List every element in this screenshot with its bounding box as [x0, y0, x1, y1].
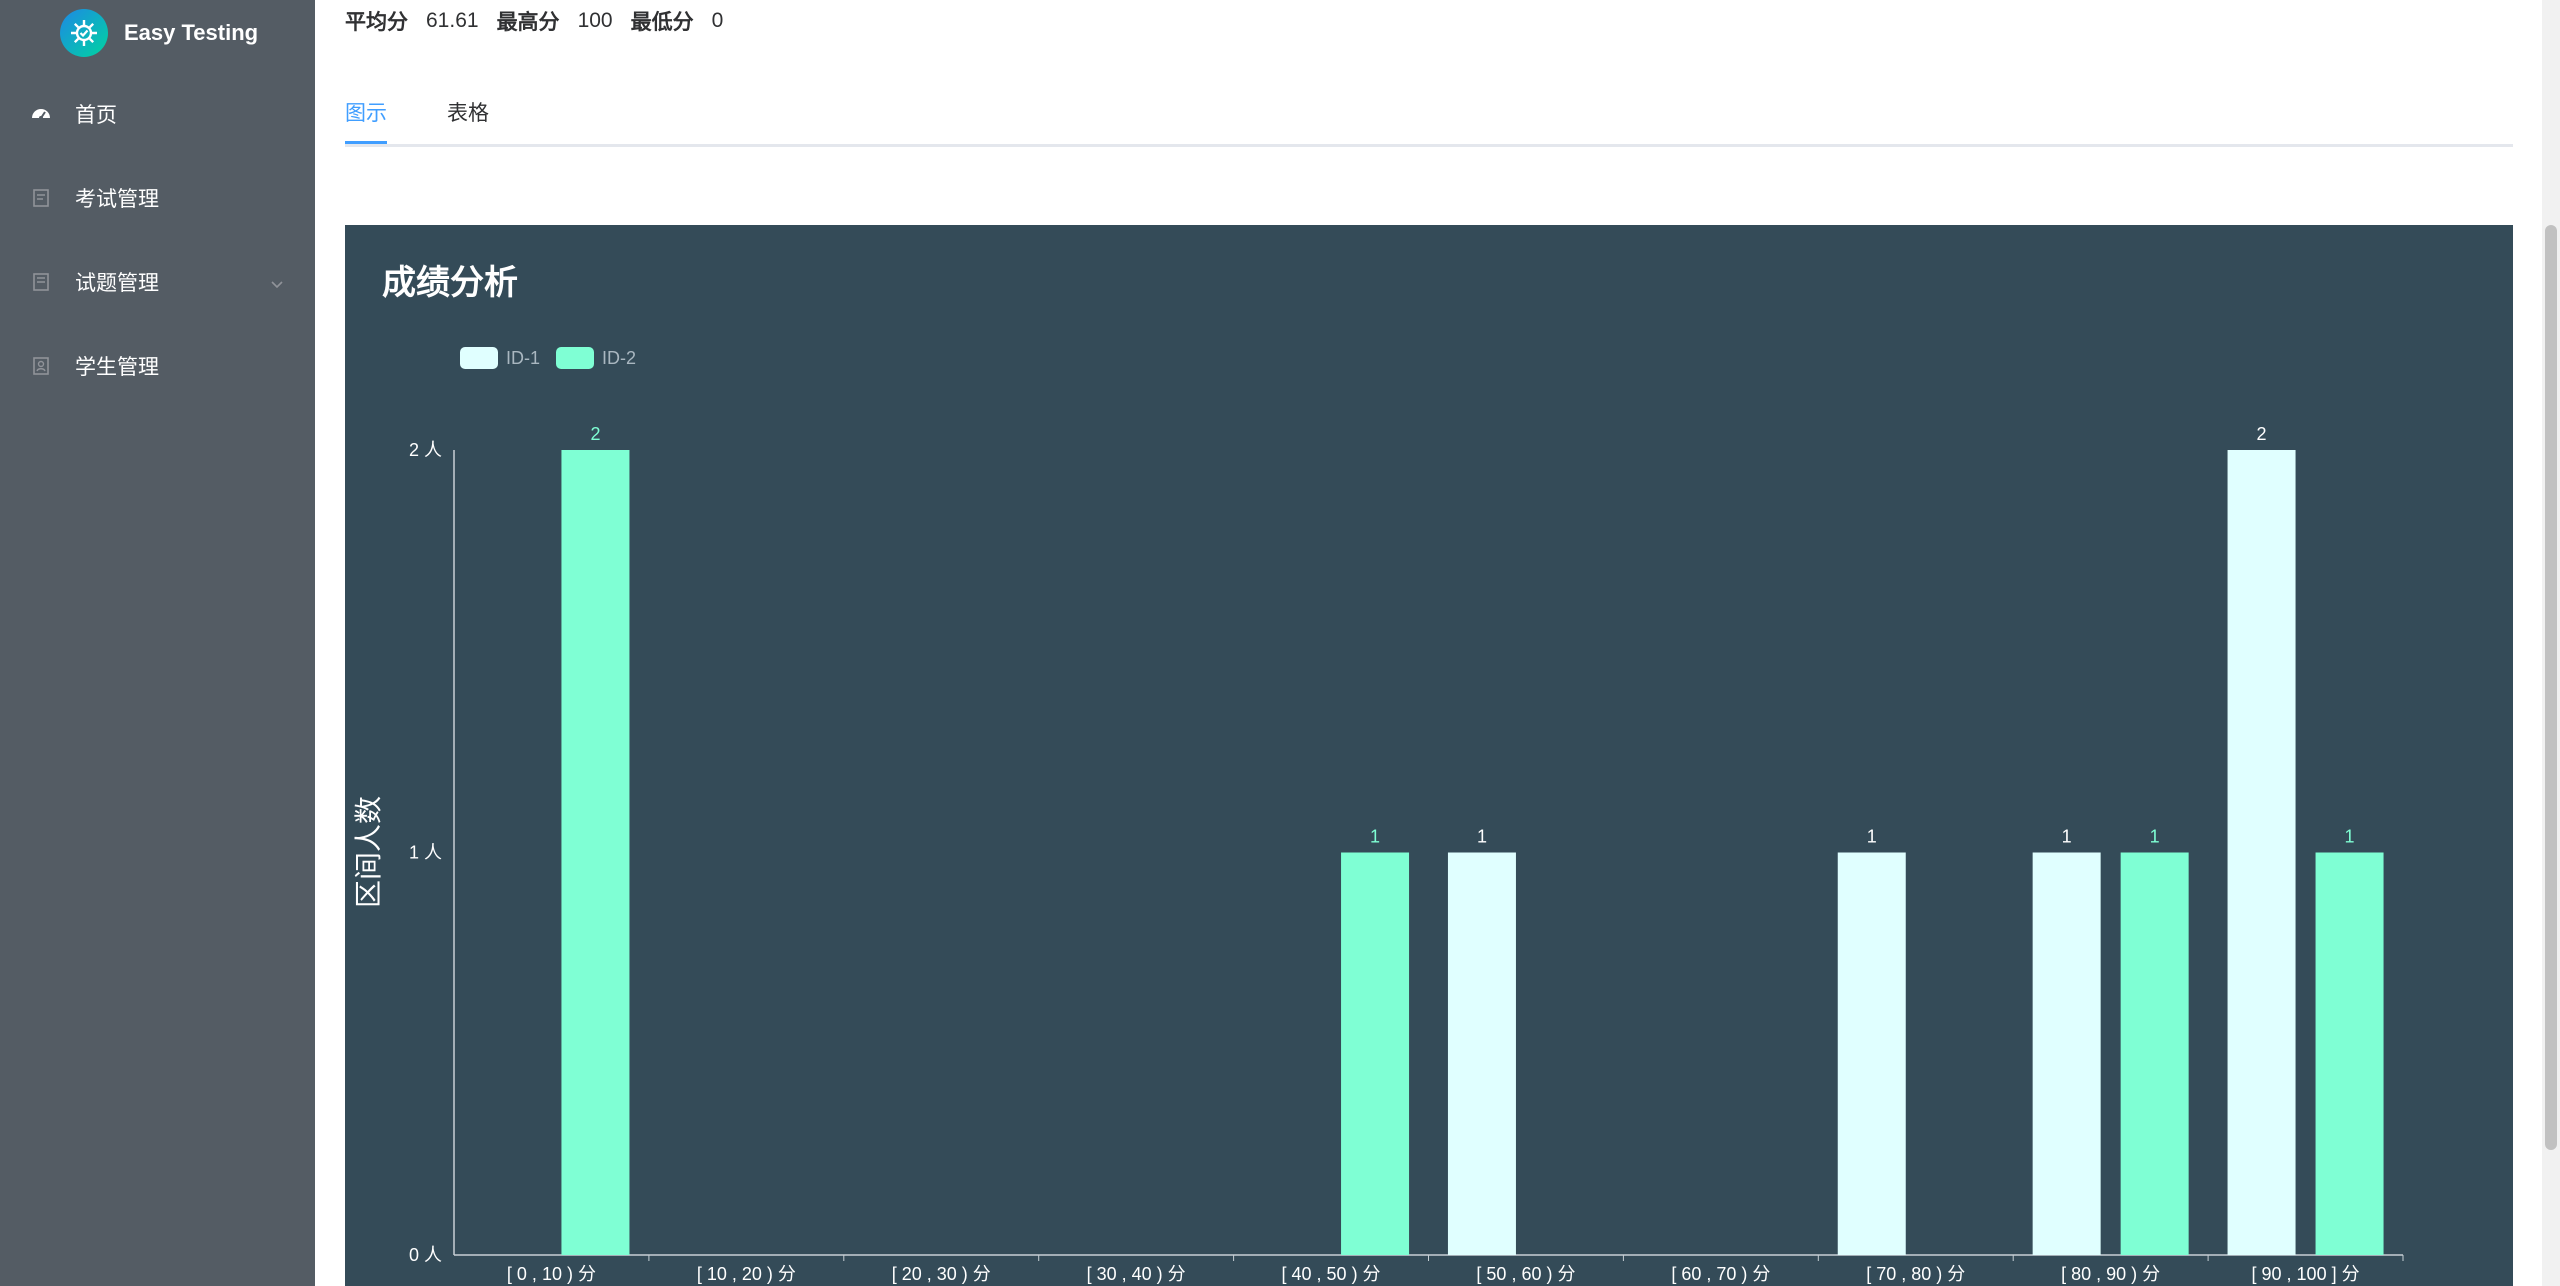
app-logo[interactable]: Easy Testing	[60, 8, 258, 58]
x-tick-label: [ 50 , 60 ) 分	[1476, 1264, 1575, 1284]
avg-score-label: 平均分	[345, 11, 408, 34]
data-label-series-2: 1	[2150, 827, 2160, 847]
app-root: Easy Testing 首页 考试管理 试题管理 学生管理 平均分 61.61…	[0, 0, 2560, 1286]
dashboard-icon	[30, 103, 52, 125]
sidebar-item-label: 考试管理	[75, 188, 159, 211]
sidebar-item-label: 试题管理	[75, 272, 159, 295]
bar-series-1	[2032, 852, 2101, 1255]
x-tick-label: [ 10 , 20 ) 分	[697, 1264, 796, 1284]
x-tick-label: [ 70 , 80 ) 分	[1866, 1264, 1965, 1284]
sidebar-item-label: 学生管理	[75, 356, 159, 379]
y-axis-title: 区间人数	[353, 796, 384, 908]
max-score-value: 100	[577, 9, 613, 32]
active-tab-indicator	[345, 141, 387, 144]
data-label-series-1: 1	[1477, 827, 1487, 847]
bar-series-2	[2315, 852, 2384, 1255]
bar-series-1	[1447, 852, 1516, 1255]
student-icon	[30, 355, 52, 377]
x-tick-label: [ 80 , 90 ) 分	[2061, 1264, 2160, 1284]
min-score-value: 0	[711, 9, 724, 32]
max-score-label: 最高分	[496, 11, 560, 34]
chart-bars	[561, 450, 2384, 1255]
sidebar-item-questions[interactable]: 试题管理	[0, 240, 315, 324]
x-tick-label: [ 0 , 10 ) 分	[507, 1264, 596, 1284]
chevron-down-icon[interactable]	[269, 274, 285, 290]
y-tick-label: 0 人	[409, 1245, 442, 1265]
x-tick-label: [ 90 , 100 ] 分	[2252, 1264, 2360, 1284]
data-label-series-1: 2	[2257, 424, 2267, 444]
exam-icon	[30, 187, 52, 209]
data-label-series-1: 1	[2062, 827, 2072, 847]
sidebar-item-students[interactable]: 学生管理	[0, 324, 315, 408]
bar-series-1	[2227, 450, 2296, 1255]
data-label-series-1: 1	[1867, 827, 1877, 847]
bar-chart: 区间人数 0 人 1 人 2 人 [ 0 , 10 ) 分 [ 10 , 20 ) 分 […	[353, 424, 2404, 1284]
data-label-series-2: 1	[1370, 827, 1380, 847]
tab-chart-label: 图示	[345, 102, 387, 125]
logo-gear-icon	[60, 9, 108, 57]
bar-series-2	[1341, 852, 1410, 1255]
score-chart-panel: 成绩分析 ID-1 ID-2 区间人数 0 人1 人2 人[ 0 , 10 ) …	[345, 225, 2513, 1286]
bar-series-2	[2120, 852, 2189, 1255]
tab-chart[interactable]: 图示	[345, 92, 387, 144]
score-summary: 平均分 61.61 最高分 100 最低分 0	[345, 8, 741, 34]
sidebar-item-label: 首页	[75, 104, 117, 127]
view-tabs: 图示 表格	[345, 92, 2513, 147]
sidebar-menu: 首页 考试管理 试题管理 学生管理	[0, 72, 315, 408]
y-tick-label: 1 人	[409, 843, 442, 863]
data-label-series-2: 1	[2345, 827, 2355, 847]
min-score-label: 最低分	[630, 11, 694, 34]
tab-table[interactable]: 表格	[447, 92, 489, 141]
y-axis-title-group: 区间人数	[353, 796, 384, 908]
sidebar: Easy Testing 首页 考试管理 试题管理 学生管理	[0, 0, 315, 1286]
data-label-series-2: 2	[590, 424, 600, 444]
question-icon	[30, 271, 52, 293]
tab-table-label: 表格	[447, 102, 489, 125]
app-name: Easy Testing	[124, 20, 259, 45]
sidebar-item-home[interactable]: 首页	[0, 72, 315, 156]
avg-score-value: 61.61	[426, 9, 479, 32]
chart-labels: 2 1 1 1 1 1 2 1	[590, 424, 2354, 847]
x-tick-label: [ 20 , 30 ) 分	[892, 1264, 991, 1284]
x-tick-label: [ 40 , 50 ) 分	[1282, 1264, 1381, 1284]
x-tick-label: [ 30 , 40 ) 分	[1087, 1264, 1186, 1284]
y-tick-label: 2 人	[409, 440, 442, 460]
x-tick-label: [ 60 , 70 ) 分	[1671, 1264, 1770, 1284]
bar-series-1	[1837, 852, 1906, 1255]
sidebar-item-exams[interactable]: 考试管理	[0, 156, 315, 240]
bar-series-2	[561, 450, 630, 1255]
page-scrollbar-thumb[interactable]	[2545, 225, 2557, 1150]
